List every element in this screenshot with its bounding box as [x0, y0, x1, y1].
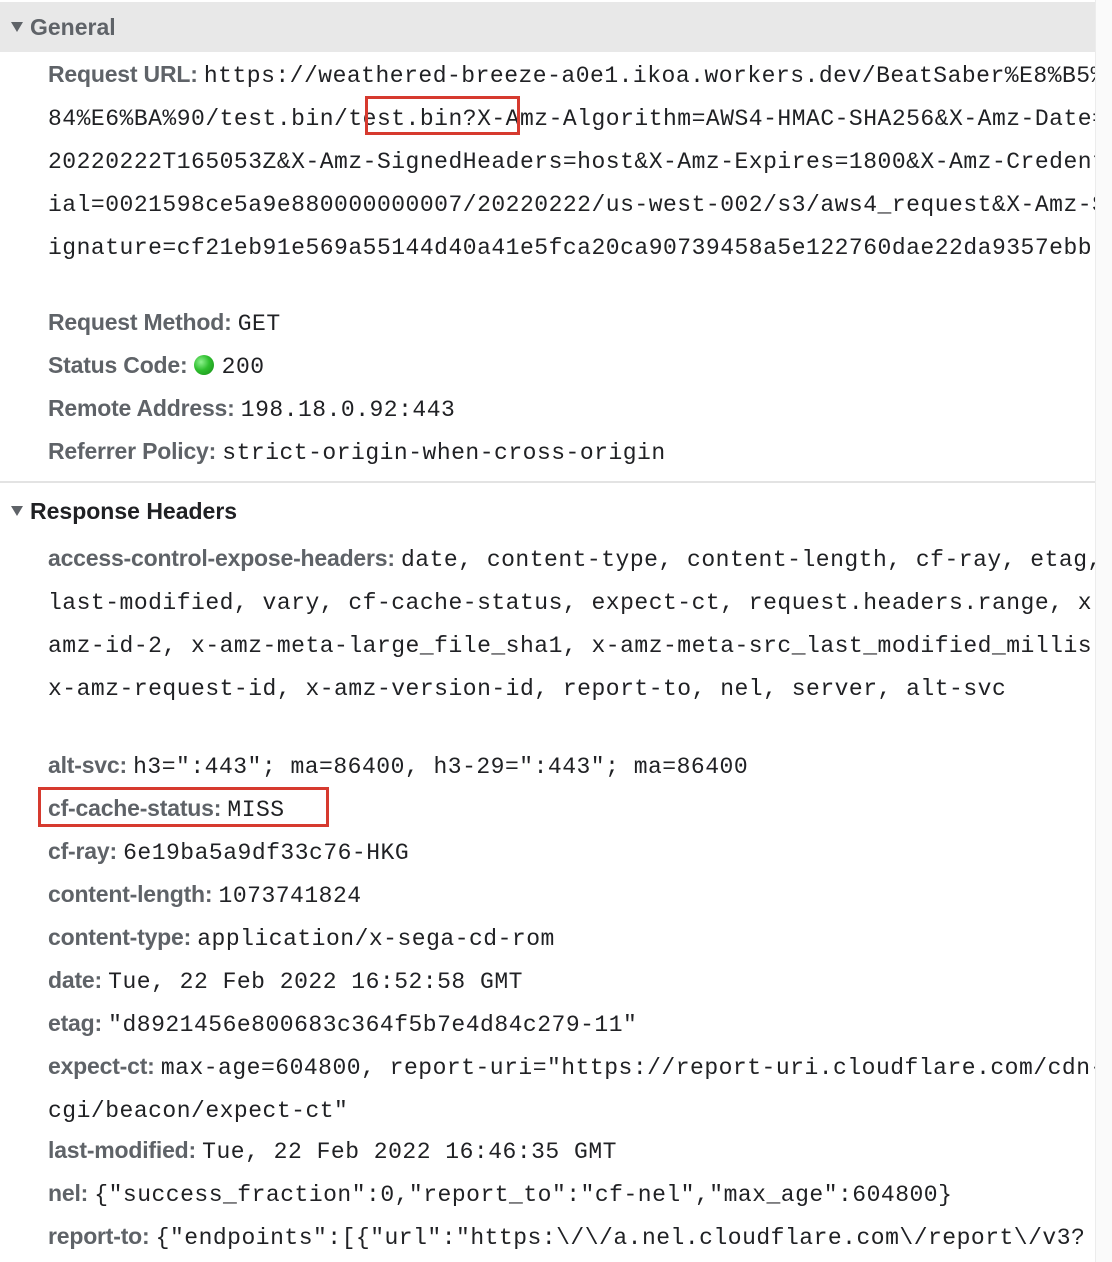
- header-row-report-to: report-to: {"endpoints":[{"url":"https:\…: [48, 1216, 1108, 1259]
- header-key: cf-cache-status:: [48, 795, 228, 821]
- header-key: cf-ray:: [48, 838, 124, 864]
- general-section-title: General: [30, 13, 116, 40]
- devtools-headers-panel: General Request URL: https://weathered-b…: [0, 0, 1112, 1262]
- status-code-row: Status Code: 200: [48, 345, 1108, 388]
- header-key: etag:: [48, 1010, 109, 1036]
- header-value[interactable]: "d8921456e800683c364f5b7e4d84c279-11": [108, 1012, 637, 1038]
- status-ok-dot-icon: [193, 355, 214, 375]
- header-value[interactable]: {"endpoints":[{"url":"https:\/\/a.nel.cl…: [156, 1225, 1086, 1251]
- header-key: report-to:: [48, 1223, 156, 1249]
- header-row-date: date: Tue, 22 Feb 2022 16:52:58 GMT: [48, 960, 1108, 1003]
- status-code-value[interactable]: 200: [222, 354, 265, 380]
- request-url-row: Request URL: https://weathered-breeze-a0…: [48, 54, 1108, 302]
- header-row-content-length: content-length: 1073741824: [48, 874, 1108, 917]
- header-value[interactable]: {"success_fraction":0,"report_to":"cf-ne…: [94, 1182, 952, 1208]
- header-row-alt-svc: alt-svc: h3=":443"; ma=86400, h3-29=":44…: [48, 745, 1108, 788]
- referrer-policy-row: Referrer Policy: strict-origin-when-cros…: [48, 431, 1108, 474]
- collapse-triangle-icon[interactable]: [11, 506, 23, 516]
- header-row-access-control-expose-headers: access-control-expose-headers: date, con…: [48, 538, 1108, 745]
- status-code-key: Status Code:: [48, 352, 194, 378]
- header-value[interactable]: 1073741824: [219, 883, 362, 909]
- response-headers-section-title: Response Headers: [30, 497, 238, 524]
- section-divider: [0, 481, 1112, 483]
- remote-address-key: Remote Address:: [48, 395, 241, 421]
- header-row-cf-ray: cf-ray: 6e19ba5a9df33c76-HKG: [48, 831, 1108, 874]
- header-value[interactable]: MISS: [227, 797, 284, 823]
- header-value[interactable]: h3=":443"; ma=86400, h3-29=":443"; ma=86…: [133, 754, 748, 780]
- header-key: alt-svc:: [48, 752, 134, 778]
- header-row-expect-ct: expect-ct: max-age=604800, report-uri="h…: [48, 1046, 1108, 1130]
- general-section-header[interactable]: General: [0, 2, 1112, 52]
- vertical-scrollbar[interactable]: [1095, 0, 1112, 1262]
- referrer-policy-key: Referrer Policy:: [48, 438, 223, 464]
- header-key: date:: [48, 967, 109, 993]
- header-row-last-modified: last-modified: Tue, 22 Feb 2022 16:46:35…: [48, 1130, 1108, 1173]
- header-value[interactable]: Tue, 22 Feb 2022 16:52:58 GMT: [108, 969, 523, 995]
- header-row-etag: etag: "d8921456e800683c364f5b7e4d84c279-…: [48, 1003, 1108, 1046]
- header-row-content-type: content-type: application/x-sega-cd-rom: [48, 917, 1108, 960]
- header-key: last-modified:: [48, 1137, 203, 1163]
- header-key: content-length:: [48, 881, 219, 907]
- remote-address-value[interactable]: 198.18.0.92:443: [241, 397, 456, 423]
- header-key: nel:: [48, 1180, 95, 1206]
- request-method-value[interactable]: GET: [238, 311, 281, 337]
- request-url-key: Request URL:: [48, 61, 204, 87]
- collapse-triangle-icon[interactable]: [11, 22, 23, 32]
- header-value[interactable]: max-age=604800, report-uri="https://repo…: [48, 1055, 1105, 1124]
- header-row-nel: nel: {"success_fraction":0,"report_to":"…: [48, 1173, 1108, 1216]
- header-value[interactable]: Tue, 22 Feb 2022 16:46:35 GMT: [202, 1139, 617, 1165]
- header-key: content-type:: [48, 924, 198, 950]
- request-method-key: Request Method:: [48, 309, 238, 335]
- request-url-value[interactable]: https://weathered-breeze-a0e1.ikoa.worke…: [48, 63, 1106, 261]
- header-key: access-control-expose-headers:: [48, 545, 401, 571]
- remote-address-row: Remote Address: 198.18.0.92:443: [48, 388, 1108, 431]
- request-method-row: Request Method: GET: [48, 302, 1108, 345]
- header-row-cf-cache-status: cf-cache-status: MISS: [48, 788, 1108, 831]
- referrer-policy-value[interactable]: strict-origin-when-cross-origin: [222, 440, 665, 466]
- response-headers-section-header[interactable]: Response Headers: [0, 486, 1112, 536]
- header-key: expect-ct:: [48, 1053, 161, 1079]
- header-value[interactable]: application/x-sega-cd-rom: [197, 926, 555, 952]
- header-value[interactable]: 6e19ba5a9df33c76-HKG: [123, 840, 409, 866]
